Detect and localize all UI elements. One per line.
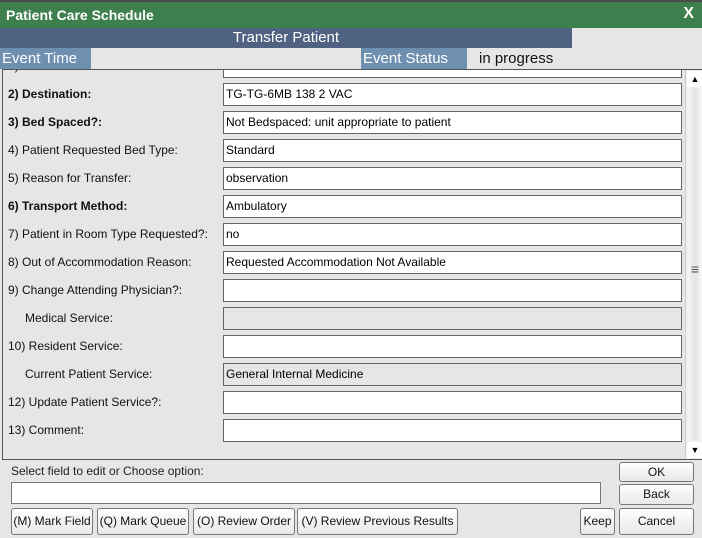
- field-value-input[interactable]: [223, 335, 682, 358]
- field-value-input[interactable]: Not Bedspaced: unit appropriate to patie…: [223, 111, 682, 134]
- form-header-title: Transfer Patient: [0, 28, 572, 48]
- field-label: 13) Comment:: [8, 423, 85, 437]
- field-value-readonly: General Internal Medicine: [223, 363, 682, 386]
- form-field-row: 4) Patient Requested Bed Type: Standard: [3, 137, 685, 165]
- review-order-button[interactable]: (O) Review Order: [193, 508, 295, 535]
- command-area: Select field to edit or Choose option: O…: [0, 460, 702, 538]
- form-field-row: 8) Out of Accommodation Reason: Requested…: [3, 249, 685, 277]
- field-value-input[interactable]: Ambulatory: [223, 195, 682, 218]
- field-value-readonly: [223, 307, 682, 330]
- form-field-row: 1) Check to ...: check...: [3, 70, 685, 81]
- form-field-row: 3) Bed Spaced?: Not Bedspaced: unit appro…: [3, 109, 685, 137]
- field-value-input[interactable]: [223, 391, 682, 414]
- event-info-row: Event Time Event Status in progress: [0, 48, 702, 69]
- vertical-scrollbar[interactable]: ▲ ≡ ▼: [685, 70, 702, 459]
- keep-button[interactable]: Keep: [580, 508, 615, 535]
- form-field-row: Medical Service:: [3, 305, 685, 333]
- window-title: Patient Care Schedule: [6, 7, 154, 23]
- form-field-row: 2) Destination: TG-TG-6MB 138 2 VAC: [3, 81, 685, 109]
- field-value-input[interactable]: observation: [223, 167, 682, 190]
- field-label: 4) Patient Requested Bed Type:: [8, 143, 178, 157]
- back-button[interactable]: Back: [619, 484, 694, 505]
- field-label: 3) Bed Spaced?:: [8, 115, 103, 129]
- mark-field-button[interactable]: (M) Mark Field: [11, 508, 93, 535]
- field-label: 12) Update Patient Service?:: [8, 395, 162, 409]
- scroll-down-icon[interactable]: ▼: [687, 442, 702, 458]
- form-field-row: 9) Change Attending Physician?:: [3, 277, 685, 305]
- field-label: 5) Reason for Transfer:: [8, 171, 132, 185]
- field-label: 2) Destination:: [8, 87, 92, 101]
- ok-button[interactable]: OK: [619, 462, 694, 482]
- title-bar: Patient Care Schedule X: [0, 0, 702, 28]
- form-field-row: 10) Resident Service:: [3, 333, 685, 361]
- mark-queue-button[interactable]: (Q) Mark Queue: [97, 508, 189, 535]
- field-value-input[interactable]: check...: [223, 70, 682, 78]
- field-label: 7) Patient in Room Type Requested?:: [8, 227, 208, 241]
- field-label: 6) Transport Method:: [8, 199, 128, 213]
- form-field-row: 7) Patient in Room Type Requested?: no: [3, 221, 685, 249]
- form-field-row: 6) Transport Method: Ambulatory: [3, 193, 685, 221]
- field-label: Current Patient Service:: [25, 367, 153, 381]
- form-field-row: Current Patient Service: General Internal…: [3, 361, 685, 389]
- field-label: 10) Resident Service:: [8, 339, 123, 353]
- form-field-row: 12) Update Patient Service?:: [3, 389, 685, 417]
- header-spacer: [572, 28, 702, 48]
- field-value-input[interactable]: [223, 419, 682, 442]
- event-time-label: Event Time: [0, 48, 91, 69]
- scroll-up-icon[interactable]: ▲: [687, 71, 702, 87]
- command-input[interactable]: [11, 482, 601, 504]
- field-value-input[interactable]: Requested Accommodation Not Available: [223, 251, 682, 274]
- form-field-row: 13) Comment:: [3, 417, 685, 445]
- scroll-grip-icon: ≡: [690, 261, 700, 277]
- field-label: Medical Service:: [25, 311, 114, 325]
- review-previous-results-button[interactable]: (V) Review Previous Results: [297, 508, 458, 535]
- command-prompt: Select field to edit or Choose option:: [11, 464, 204, 478]
- close-icon[interactable]: X: [683, 5, 694, 23]
- event-status-label: Event Status: [361, 48, 467, 69]
- form-panel: 1) Check to ...: check... 2) Destination: T…: [2, 69, 702, 460]
- field-value-input[interactable]: [223, 279, 682, 302]
- field-label: 9) Change Attending Physician?:: [8, 283, 183, 297]
- field-label: 8) Out of Accommodation Reason:: [8, 255, 192, 269]
- field-value-input[interactable]: Standard: [223, 139, 682, 162]
- field-value-input[interactable]: no: [223, 223, 682, 246]
- field-value-input[interactable]: TG-TG-6MB 138 2 VAC: [223, 83, 682, 106]
- cancel-button[interactable]: Cancel: [619, 508, 694, 535]
- event-status-value: in progress: [479, 50, 554, 67]
- field-label: 1) Check to ...:: [8, 70, 86, 73]
- form-field-row: 5) Reason for Transfer: observation: [3, 165, 685, 193]
